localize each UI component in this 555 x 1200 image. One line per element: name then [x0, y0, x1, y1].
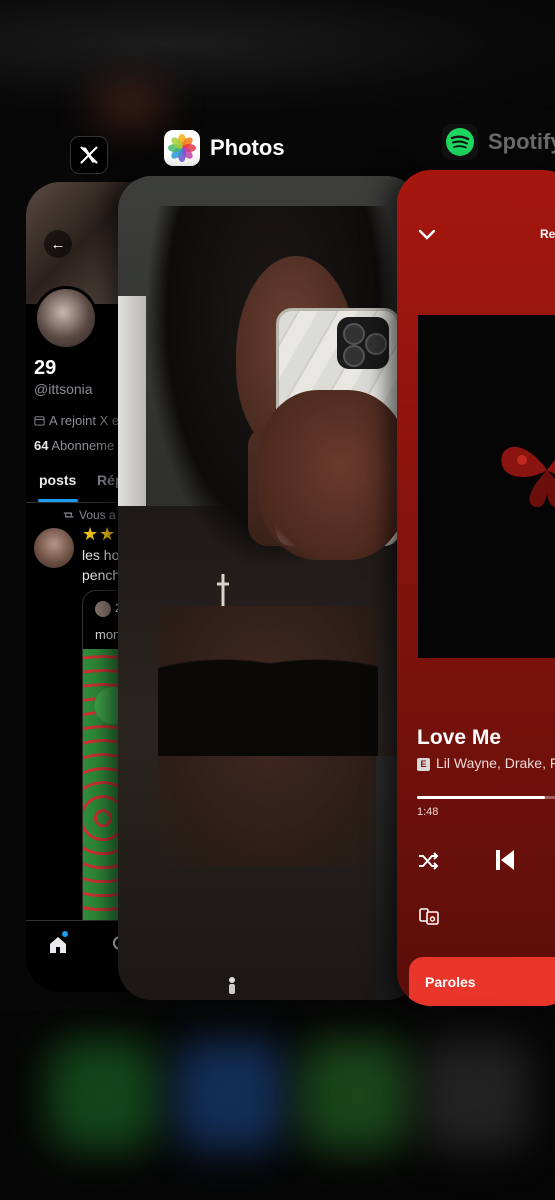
repost-indicator: Vous a: [62, 508, 116, 522]
post-text: les ho pench: [82, 545, 120, 585]
photos-icon: [164, 130, 200, 166]
notification-dot: [62, 931, 68, 937]
profile-handle: @ittsonia: [34, 381, 93, 397]
app-label-spotify[interactable]: Spotify: [442, 124, 555, 160]
app-name-spotify: Spotify: [488, 129, 555, 154]
connect-device-icon[interactable]: [419, 906, 439, 926]
quoted-post-text: mon: [95, 627, 121, 642]
app-label-photos[interactable]: Photos: [164, 130, 285, 166]
post-stars: ★★: [82, 524, 117, 544]
post-text-line: les ho: [82, 547, 120, 563]
photos-app-card[interactable]: [118, 176, 420, 1000]
phone-camera: [337, 317, 389, 369]
progress-bar[interactable]: [417, 796, 555, 799]
following-label: Abonneme: [48, 438, 115, 453]
photo-hand: [258, 390, 408, 560]
x-logo-icon: [70, 136, 108, 174]
explicit-badge: E: [417, 758, 430, 771]
background-blur: [0, 0, 555, 110]
elapsed-time: 1:48: [417, 806, 439, 818]
spotify-icon: [442, 124, 478, 160]
photo-bra: [158, 646, 378, 756]
dock-app-blob: [175, 1040, 285, 1150]
arrow-left-icon[interactable]: ←: [44, 230, 72, 258]
album-art: [418, 315, 555, 658]
lyrics-panel[interactable]: Paroles: [409, 957, 555, 1006]
avatar[interactable]: [34, 286, 98, 350]
track-artists[interactable]: Lil Wayne, Drake, F: [436, 755, 555, 771]
repost-icon: [63, 512, 74, 518]
post-text-line: pench: [82, 567, 121, 583]
background-blob: [90, 80, 170, 130]
cross-necklace-icon: [217, 574, 229, 606]
profile-post-count: 29: [34, 357, 57, 379]
chevron-down-icon[interactable]: [417, 224, 437, 244]
now-playing-context: Re: [540, 227, 555, 241]
shuffle-icon[interactable]: [417, 850, 439, 872]
repost-text: Vous a: [79, 508, 116, 522]
dock-app-blob: [48, 1040, 158, 1150]
quoted-post-avatar: [95, 601, 111, 617]
belly-piercing-icon: [229, 977, 235, 994]
track-title: Love Me: [417, 726, 502, 749]
home-icon[interactable]: [48, 935, 68, 955]
following-number: 64: [34, 438, 49, 453]
previous-track-icon[interactable]: [494, 848, 516, 872]
tab-underline: [38, 499, 78, 502]
post-author-avatar[interactable]: [34, 528, 74, 568]
lyrics-label: Paroles: [425, 974, 476, 990]
spotify-app-card[interactable]: Re Love Me E Lil Wayne, Drake, F 1:48 Pa…: [397, 170, 555, 1006]
dock-blur: [0, 1010, 555, 1200]
dock-app-blob: [300, 1040, 410, 1150]
progress-fill: [417, 796, 545, 799]
app-name-photos: Photos: [210, 135, 285, 160]
joined-text: A rejoint X e: [49, 413, 120, 428]
following-count[interactable]: 64 Abonneme: [34, 438, 114, 453]
dock-app-blob: [420, 1040, 530, 1150]
calendar-icon: [34, 416, 45, 426]
moth-artwork-icon: [501, 446, 555, 508]
tab-posts[interactable]: posts: [39, 472, 76, 488]
profile-joined-date: A rejoint X e: [34, 413, 119, 428]
app-label-x[interactable]: [70, 136, 118, 174]
